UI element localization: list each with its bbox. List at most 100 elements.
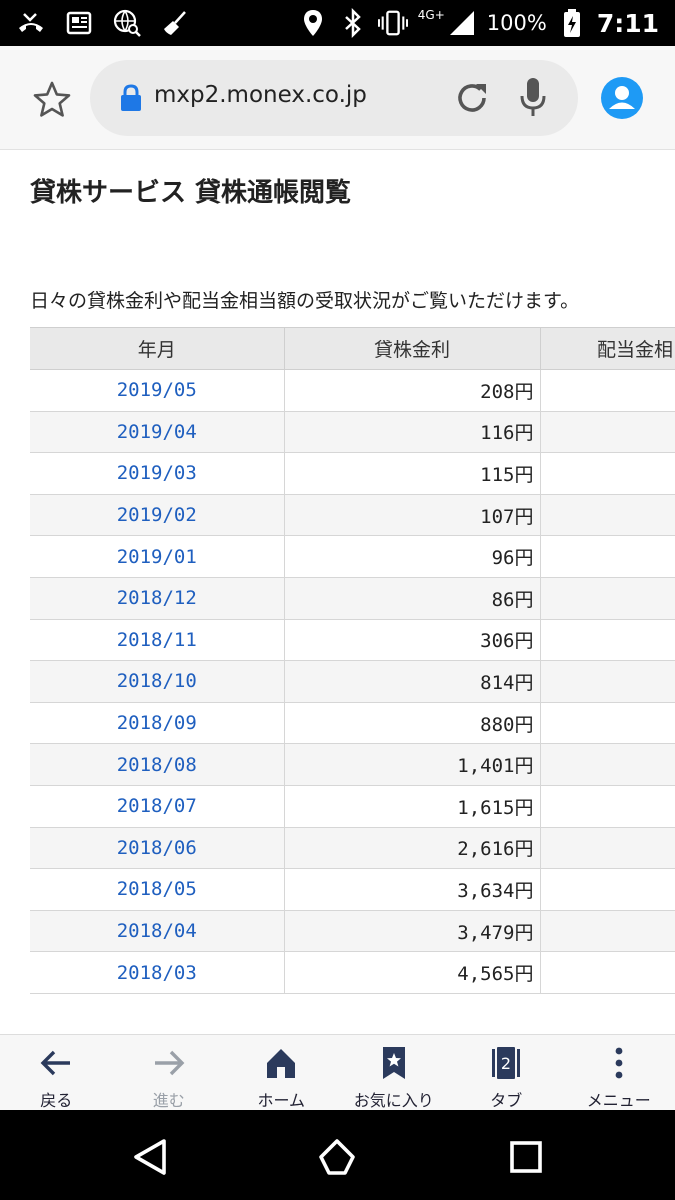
month-link[interactable]: 2018/06 (117, 837, 197, 859)
header-dividend: 配当金相 (539, 327, 675, 370)
home-label: ホーム (257, 1091, 306, 1110)
lending-fee-cell: 814円 (284, 660, 541, 703)
lending-fee-cell: 3,634円 (284, 868, 541, 911)
month-cell: 2018/09 (30, 702, 285, 745)
page-description: 日々の貸株金利や配当金相当額の受取状況がご覧いただけます。 (30, 290, 580, 312)
table-body: 2019/05 208円 2019/04 116円 2019/03 115円 2019/02… (30, 369, 675, 994)
dividend-cell (540, 910, 675, 953)
tabs-button[interactable]: 2 タブ (450, 1035, 563, 1111)
month-cell: 2018/10 (30, 660, 285, 703)
month-cell: 2019/05 (30, 369, 285, 412)
lending-statement-table: 年月 貸株金利 配当金相 2019/05 208円 2019/04 116円 2019/… (30, 327, 675, 994)
month-cell: 2018/11 (30, 619, 285, 662)
month-link[interactable]: 2018/10 (117, 670, 197, 692)
dividend-cell (540, 702, 675, 745)
table-row: 2019/01 96円 (30, 535, 675, 578)
location-icon (298, 8, 328, 38)
browser-toolbar: mxp2.monex.co.jp (0, 46, 675, 150)
table-row: 2018/09 880円 (30, 702, 675, 745)
account-icon[interactable] (600, 76, 644, 120)
more-vertical-icon (601, 1045, 637, 1081)
dividend-cell (540, 785, 675, 828)
month-link[interactable]: 2019/02 (117, 504, 197, 526)
bookmarks-label: お気に入り (353, 1091, 434, 1110)
system-back-icon[interactable] (130, 1137, 170, 1177)
lending-fee-cell: 1,401円 (284, 743, 541, 786)
table-row: 2018/07 1,615円 (30, 785, 675, 828)
month-link[interactable]: 2018/07 (117, 795, 197, 817)
month-link[interactable]: 2019/01 (117, 546, 197, 568)
table-header-row: 年月 貸株金利 配当金相 (30, 327, 675, 370)
bookmarks-button[interactable]: お気に入り (338, 1035, 451, 1111)
dividend-cell (540, 868, 675, 911)
table-row: 2018/08 1,401円 (30, 743, 675, 786)
system-recents-icon[interactable] (506, 1137, 546, 1177)
lending-fee-cell: 880円 (284, 702, 541, 745)
month-cell: 2018/12 (30, 577, 285, 620)
microphone-icon[interactable] (518, 76, 548, 120)
tabs-icon: 2 (488, 1045, 524, 1081)
dividend-cell (540, 494, 675, 537)
status-bar: 4G+ 100% 7:11 (0, 0, 675, 46)
month-cell: 2019/03 (30, 452, 285, 495)
home-button[interactable]: ホーム (225, 1035, 338, 1111)
back-label: 戻る (40, 1091, 73, 1110)
tabs-label: タブ (490, 1091, 523, 1110)
reload-icon[interactable] (452, 78, 492, 118)
table-row: 2018/12 86円 (30, 577, 675, 620)
table-row: 2018/06 2,616円 (30, 827, 675, 870)
missed-call-icon (16, 8, 46, 38)
dividend-cell (540, 369, 675, 412)
forward-button[interactable]: 進む (113, 1035, 226, 1111)
month-link[interactable]: 2018/08 (117, 754, 197, 776)
dividend-cell (540, 619, 675, 662)
tab-count: 2 (501, 1054, 511, 1073)
month-cell: 2018/06 (30, 827, 285, 870)
dividend-cell (540, 411, 675, 454)
system-home-icon[interactable] (317, 1137, 357, 1177)
table-row: 2019/04 116円 (30, 411, 675, 454)
url-text[interactable]: mxp2.monex.co.jp (154, 82, 367, 108)
lending-fee-cell: 306円 (284, 619, 541, 662)
month-link[interactable]: 2019/03 (117, 462, 197, 484)
month-link[interactable]: 2018/03 (117, 962, 197, 984)
month-link[interactable]: 2018/11 (117, 629, 197, 651)
menu-button[interactable]: メニュー (563, 1035, 675, 1111)
address-bar[interactable]: mxp2.monex.co.jp (90, 60, 578, 136)
table-row: 2018/03 4,565円 (30, 951, 675, 994)
lending-fee-cell: 2,616円 (284, 827, 541, 870)
month-cell: 2018/07 (30, 785, 285, 828)
month-cell: 2018/08 (30, 743, 285, 786)
home-icon (263, 1045, 299, 1081)
month-cell: 2018/03 (30, 951, 285, 994)
lending-fee-cell: 208円 (284, 369, 541, 412)
table-row: 2019/02 107円 (30, 494, 675, 537)
month-cell: 2018/04 (30, 910, 285, 953)
dividend-cell (540, 827, 675, 870)
month-link[interactable]: 2018/12 (117, 587, 197, 609)
battery-percent: 100% (486, 11, 547, 35)
arrow-right-icon (151, 1045, 187, 1081)
news-icon (64, 8, 94, 38)
page-title: 貸株サービス 貸株通帳閲覧 (30, 178, 352, 208)
lending-fee-cell: 96円 (284, 535, 541, 578)
bookmark-star-icon[interactable] (30, 78, 74, 122)
month-link[interactable]: 2018/09 (117, 712, 197, 734)
month-link[interactable]: 2018/05 (117, 878, 197, 900)
broom-icon (160, 8, 190, 38)
back-button[interactable]: 戻る (0, 1035, 113, 1111)
page-content: 貸株サービス 貸株通帳閲覧 日々の貸株金利や配当金相当額の受取状況がご覧いただけ… (0, 150, 675, 1034)
lock-icon (118, 84, 144, 112)
lending-fee-cell: 3,479円 (284, 910, 541, 953)
vibrate-icon (377, 8, 408, 38)
month-cell: 2019/04 (30, 411, 285, 454)
month-link[interactable]: 2019/04 (117, 421, 197, 443)
dividend-cell (540, 535, 675, 578)
dividend-cell (540, 577, 675, 620)
month-link[interactable]: 2019/05 (117, 379, 197, 401)
status-left (16, 8, 190, 38)
signal-icon (447, 8, 477, 38)
clock: 7:11 (596, 8, 659, 38)
table-row: 2018/05 3,634円 (30, 868, 675, 911)
month-link[interactable]: 2018/04 (117, 920, 197, 942)
